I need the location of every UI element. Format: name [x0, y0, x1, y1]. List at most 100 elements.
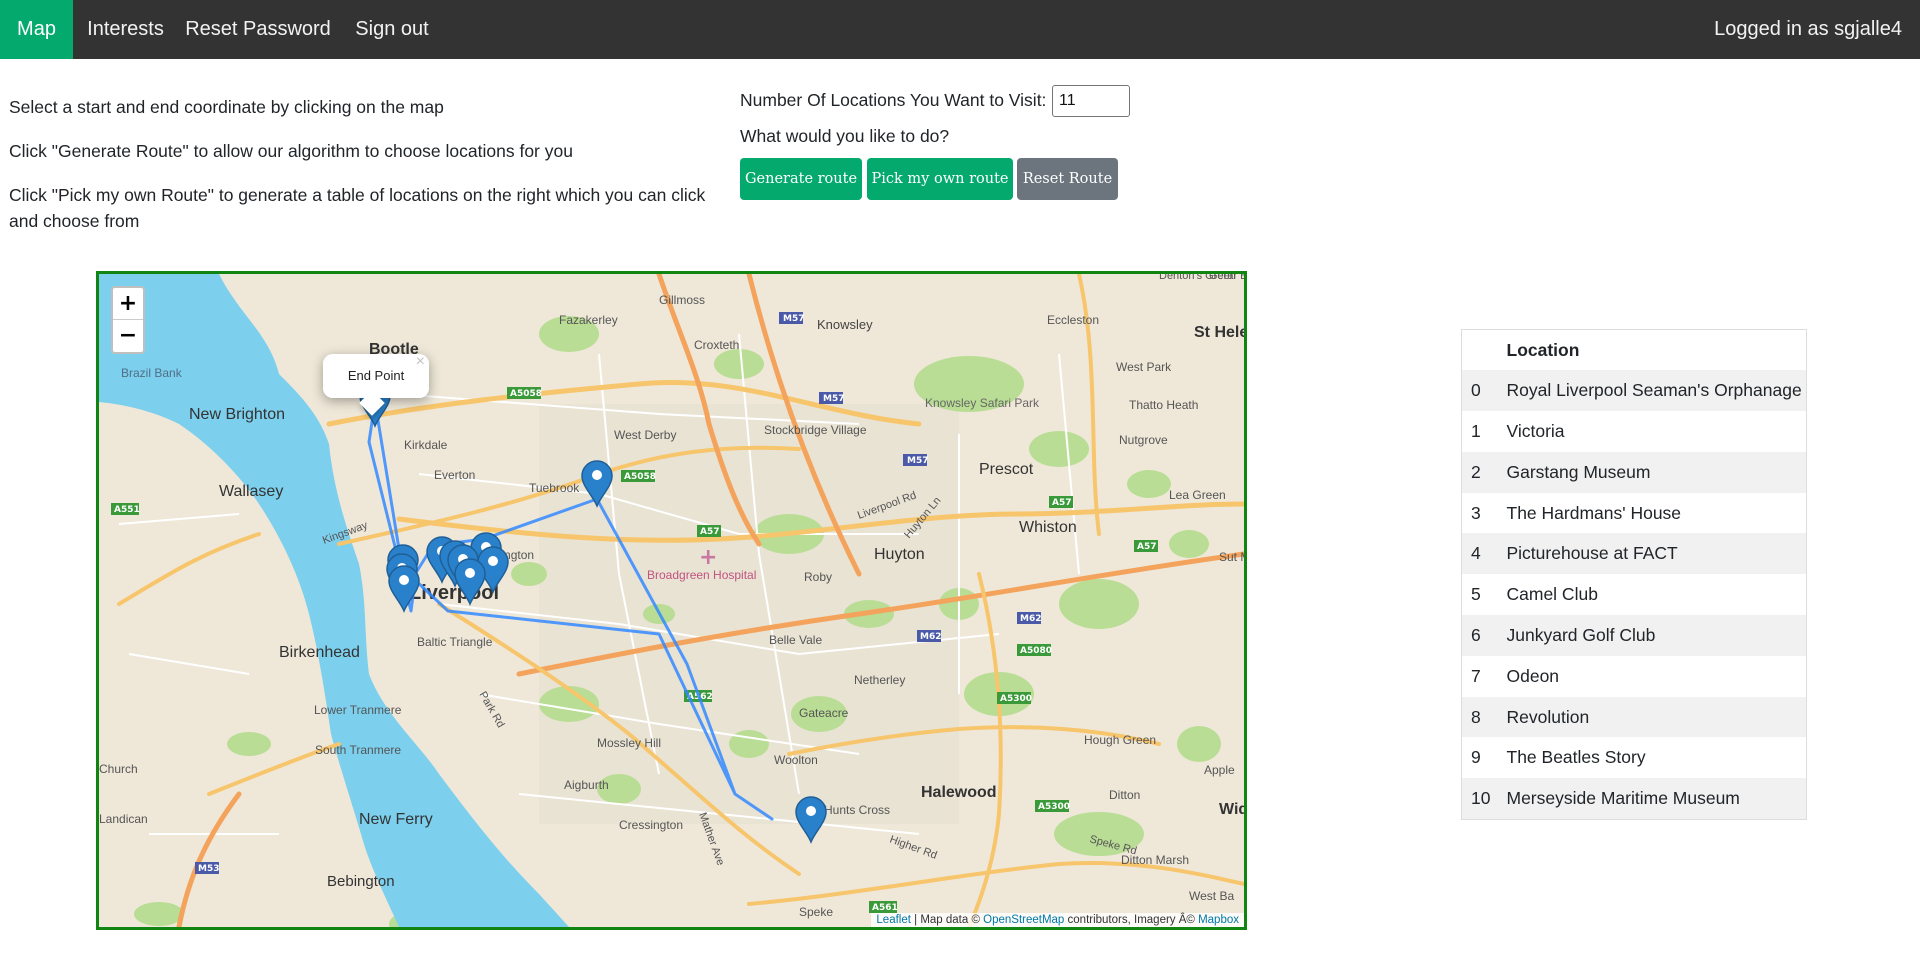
- place-label: Halewood: [921, 784, 997, 801]
- nav-sign-out[interactable]: Sign out: [338, 0, 446, 59]
- place-label: Cressington: [619, 818, 683, 832]
- location-name[interactable]: Picturehouse at FACT: [1498, 533, 1807, 575]
- num-locations-input[interactable]: [1052, 85, 1130, 117]
- place-label: West Derby: [614, 428, 676, 442]
- place-label: Nutgrove: [1119, 433, 1168, 447]
- nav-reset-password[interactable]: Reset Password: [178, 0, 338, 59]
- nav-interests[interactable]: Interests: [73, 0, 178, 59]
- action-question: What would you like to do?: [740, 126, 950, 146]
- location-name[interactable]: Camel Club: [1499, 574, 1807, 615]
- place-label: West Ba: [1189, 889, 1234, 903]
- location-name[interactable]: The Hardmans' House: [1499, 493, 1807, 534]
- location-name[interactable]: Garstang Museum: [1498, 451, 1807, 493]
- row-index: 1: [1471, 420, 1481, 441]
- location-name[interactable]: Odeon: [1499, 656, 1807, 697]
- place-label: Bebington: [327, 873, 395, 890]
- place-label: Knowsley: [817, 317, 873, 332]
- place-label: Gateacre: [799, 706, 849, 720]
- place-label: Fazakerley: [559, 313, 618, 327]
- road-shield: A561: [872, 903, 898, 913]
- road-shield: M62: [1020, 614, 1041, 624]
- row-index: 0: [1461, 370, 1499, 412]
- reset-route-button[interactable]: Reset Route: [1017, 158, 1118, 200]
- attribution-text: contributors, Imagery Â©: [1064, 914, 1199, 926]
- popup-text: End Point: [323, 354, 429, 398]
- place-label: Hunts Cross: [824, 803, 890, 817]
- road-shield: A57: [1052, 498, 1072, 508]
- zoom-control: + −: [111, 286, 145, 354]
- table-row[interactable]: 7 Odeon: [1462, 656, 1807, 697]
- place-label: Baltic Triangle: [417, 635, 493, 649]
- place-label: Lea Green: [1169, 488, 1226, 502]
- road-shield: A5080: [1020, 646, 1052, 656]
- place-label: Netherley: [854, 673, 905, 687]
- nav-map[interactable]: Map: [0, 0, 73, 59]
- place-label: Speke: [799, 905, 833, 919]
- leaflet-link[interactable]: Leaflet: [876, 914, 911, 926]
- place-label: Wallasey: [219, 483, 283, 500]
- row-index: 8: [1461, 696, 1499, 738]
- zoom-in-button[interactable]: +: [113, 288, 143, 320]
- table-row[interactable]: 0 Royal Liverpool Seaman's Orphanage: [1461, 370, 1807, 412]
- road-shield: M57: [783, 314, 804, 324]
- mapbox-link[interactable]: Mapbox: [1198, 914, 1239, 926]
- table-header-row: Location: [1462, 330, 1807, 371]
- place-label: Ditton: [1109, 788, 1140, 802]
- road-shield: M62: [920, 632, 941, 642]
- place-label: Apple: [1204, 763, 1235, 777]
- row-index: 4: [1461, 533, 1499, 575]
- place-label: Birkenhead: [279, 644, 360, 661]
- num-locations-label: Number Of Locations You Want to Visit:: [740, 90, 1047, 110]
- zoom-out-button[interactable]: −: [113, 320, 143, 352]
- instruction-generate-route: Click "Generate Route" to allow our algo…: [9, 141, 573, 161]
- table-row[interactable]: 4 Picturehouse at FACT: [1461, 533, 1807, 575]
- place-label: Kirkdale: [404, 438, 448, 452]
- map-tiles[interactable]: + Bootle Brazil Bank New Brighton Wallas…: [99, 274, 1244, 927]
- location-name[interactable]: Royal Liverpool Seaman's Orphanage: [1498, 370, 1807, 412]
- table-row[interactable]: 5 Camel Club: [1462, 574, 1807, 615]
- place-label: Everton: [434, 468, 475, 482]
- row-index: 2: [1461, 451, 1499, 493]
- table-row[interactable]: 8 Revolution: [1461, 696, 1807, 738]
- location-header: Location: [1506, 339, 1580, 360]
- place-label: Aigburth: [564, 778, 609, 792]
- place-label: Gillmoss: [659, 293, 705, 307]
- place-label: Whiston: [1019, 519, 1077, 536]
- table-row[interactable]: 6 Junkyard Golf Club: [1461, 615, 1807, 656]
- row-index: 6: [1461, 615, 1499, 656]
- table-row[interactable]: 2 Garstang Museum: [1461, 451, 1807, 493]
- attribution-text: | Map data ©: [910, 914, 984, 926]
- place-label: Huyton: [874, 546, 925, 563]
- table-row[interactable]: 3 The Hardmans' House: [1462, 493, 1807, 534]
- openstreetmap-link[interactable]: OpenStreetMap: [983, 914, 1064, 926]
- road-shield: M57: [823, 394, 844, 404]
- place-label: Prescot: [979, 461, 1034, 478]
- end-point-popup: End Point ×: [323, 353, 429, 416]
- location-name[interactable]: Victoria: [1499, 411, 1807, 452]
- place-label: Woolton: [774, 753, 818, 767]
- table-row[interactable]: 10 Merseyside Maritime Museum: [1461, 778, 1807, 820]
- road-shield: A57: [1137, 542, 1157, 552]
- location-name[interactable]: Junkyard Golf Club: [1498, 615, 1807, 656]
- place-label: Landican: [99, 812, 148, 826]
- table-row[interactable]: 9 The Beatles Story: [1462, 737, 1807, 778]
- popup-close-icon[interactable]: ×: [416, 340, 425, 384]
- instruction-pick-route: Click "Pick my own Route" to generate a …: [9, 185, 706, 205]
- location-name[interactable]: Revolution: [1498, 696, 1807, 738]
- table-row[interactable]: 1 Victoria: [1462, 411, 1807, 452]
- instruction-pick-route-cont: and choose from: [9, 211, 140, 231]
- road-shield: A551: [114, 505, 140, 515]
- pick-own-route-button[interactable]: Pick my own route: [867, 158, 1013, 200]
- route-map[interactable]: + Bootle Brazil Bank New Brighton Wallas…: [96, 271, 1247, 930]
- location-name[interactable]: Merseyside Maritime Museum: [1498, 778, 1807, 820]
- place-label: Church: [99, 762, 138, 776]
- location-name[interactable]: The Beatles Story: [1499, 737, 1807, 778]
- place-label: Gerar Brid: [1209, 274, 1244, 282]
- generate-route-button[interactable]: Generate route: [740, 158, 862, 200]
- row-index: 5: [1471, 584, 1481, 605]
- place-label: Tuebrook: [529, 481, 580, 495]
- place-label: West Park: [1116, 360, 1172, 374]
- row-index: 7: [1471, 665, 1481, 686]
- place-label: Wid: [1219, 801, 1244, 818]
- row-index: 10: [1461, 778, 1499, 820]
